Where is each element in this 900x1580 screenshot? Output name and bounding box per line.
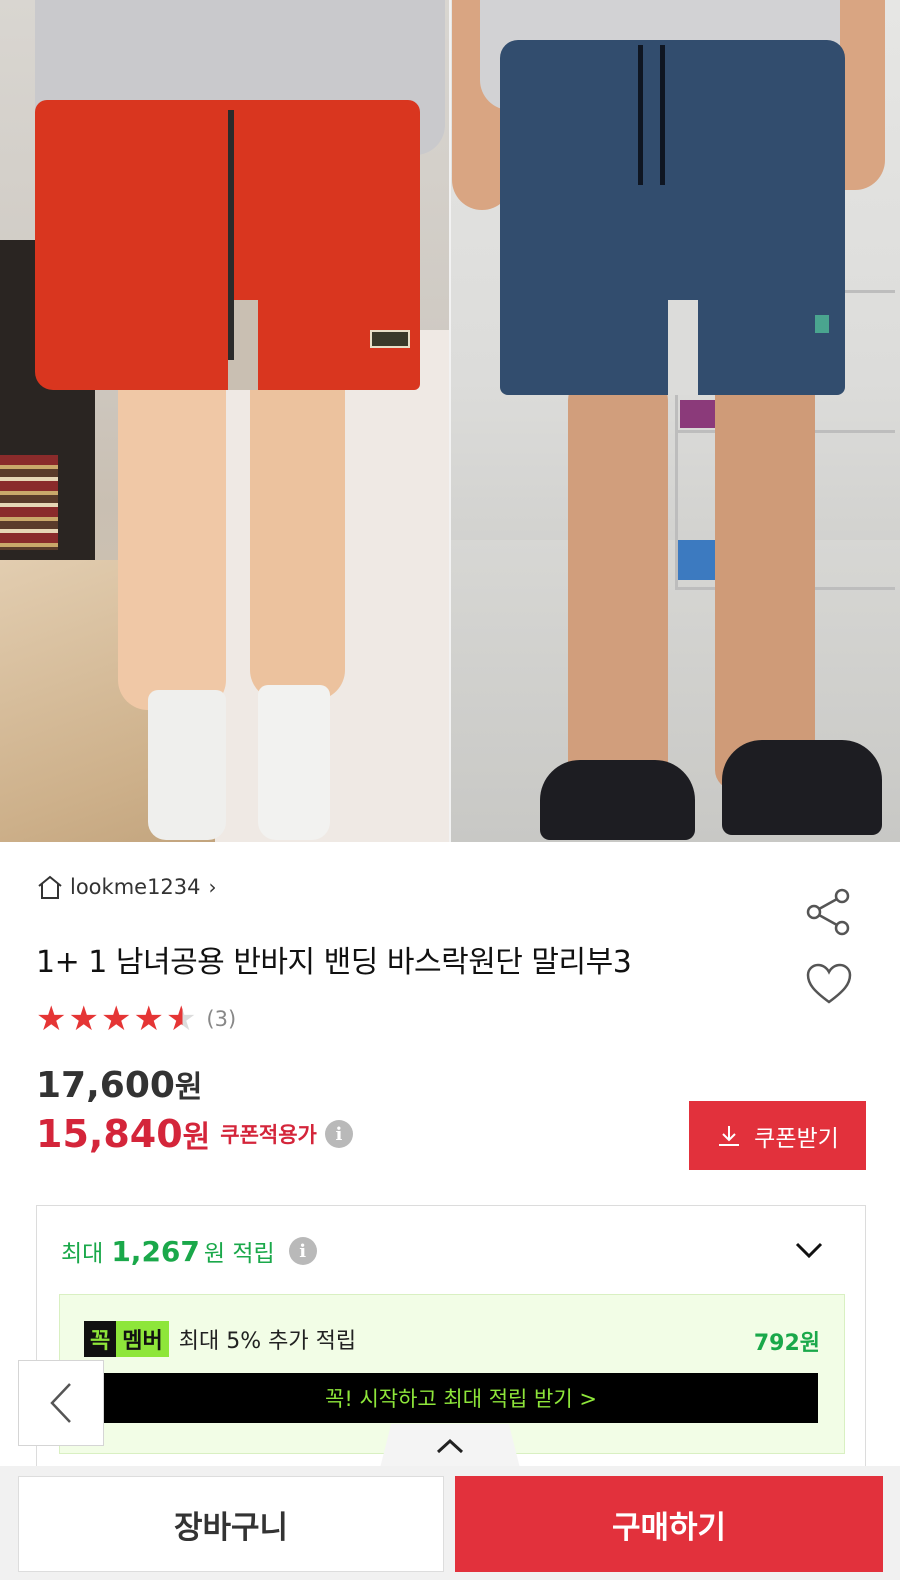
points-suffix: 원 적립 (203, 1241, 275, 1267)
sale-price: 15,840 원 쿠폰적용가 i (36, 1112, 353, 1156)
info-icon[interactable]: i (324, 1120, 353, 1148)
star-icon: ★ (68, 999, 99, 1039)
product-image[interactable] (0, 0, 900, 842)
chevron-left-icon (50, 1383, 71, 1423)
star-icon: ★ (36, 999, 67, 1039)
original-price-value: 17,600 (36, 1065, 175, 1106)
expand-options-tab[interactable] (380, 1424, 520, 1468)
points-expand-toggle[interactable] (794, 1238, 824, 1262)
buy-now-button[interactable]: 구매하기 (455, 1476, 883, 1572)
star-icon: ★ (133, 999, 164, 1039)
points-summary: 최대 1,267 원 적립 i (61, 1234, 317, 1268)
store-name: lookme1234 (70, 875, 201, 899)
original-price-unit: 원 (174, 1070, 203, 1105)
star-icon: ★ (100, 999, 132, 1039)
member-badge-part1: 꼭 (84, 1321, 117, 1357)
original-price: 17,600원 (36, 1062, 203, 1106)
add-to-cart-button[interactable]: 장바구니 (18, 1476, 444, 1572)
wishlist-button[interactable] (806, 963, 852, 1005)
download-icon (719, 1125, 740, 1146)
chevron-up-icon (436, 1438, 464, 1454)
member-benefit-row: 꼭 멤버 최대 5% 추가 적립 (84, 1321, 356, 1357)
sale-price-unit: 원 (182, 1120, 211, 1155)
sale-price-value: 15,840 (36, 1112, 183, 1156)
store-link[interactable]: lookme1234 › (36, 874, 217, 900)
star-half-icon: ★ (165, 999, 197, 1039)
member-benefit-amount: 792원 (753, 1331, 820, 1356)
product-photo-navy-shorts (449, 0, 900, 842)
coupon-download-button[interactable]: 쿠폰받기 (689, 1101, 866, 1170)
chevron-right-icon: › (208, 875, 217, 899)
product-rating[interactable]: ★ ★ ★ ★ ★ (3) (36, 1002, 236, 1036)
purchase-bar: 장바구니 구매하기 (0, 1466, 900, 1580)
heart-icon (806, 963, 852, 1004)
points-amount: 1,267 (111, 1234, 200, 1268)
points-prefix: 최대 (61, 1241, 104, 1267)
home-icon (38, 875, 62, 899)
member-start-button[interactable]: 꼭! 시작하고 최대 적립 받기 > (104, 1373, 818, 1423)
previous-button[interactable] (18, 1360, 104, 1446)
info-icon[interactable]: i (288, 1237, 317, 1265)
chevron-down-icon (795, 1242, 823, 1259)
product-title: 1+ 1 남녀공용 반바지 밴딩 바스락원단 말리부3 (36, 945, 632, 980)
review-count: (3) (206, 1007, 237, 1031)
product-photo-red-shorts (0, 0, 449, 842)
rating-stars: ★ ★ ★ ★ ★ (36, 1002, 196, 1036)
coupon-price-label: 쿠폰적용가 (220, 1123, 317, 1147)
share-button[interactable] (804, 888, 852, 936)
member-badge: 꼭 멤버 (84, 1321, 169, 1357)
member-benefit-text: 최대 5% 추가 적립 (178, 1329, 357, 1354)
share-icon (806, 888, 850, 936)
member-badge-part2: 멤버 (116, 1321, 169, 1357)
coupon-button-label: 쿠폰받기 (754, 1125, 839, 1152)
